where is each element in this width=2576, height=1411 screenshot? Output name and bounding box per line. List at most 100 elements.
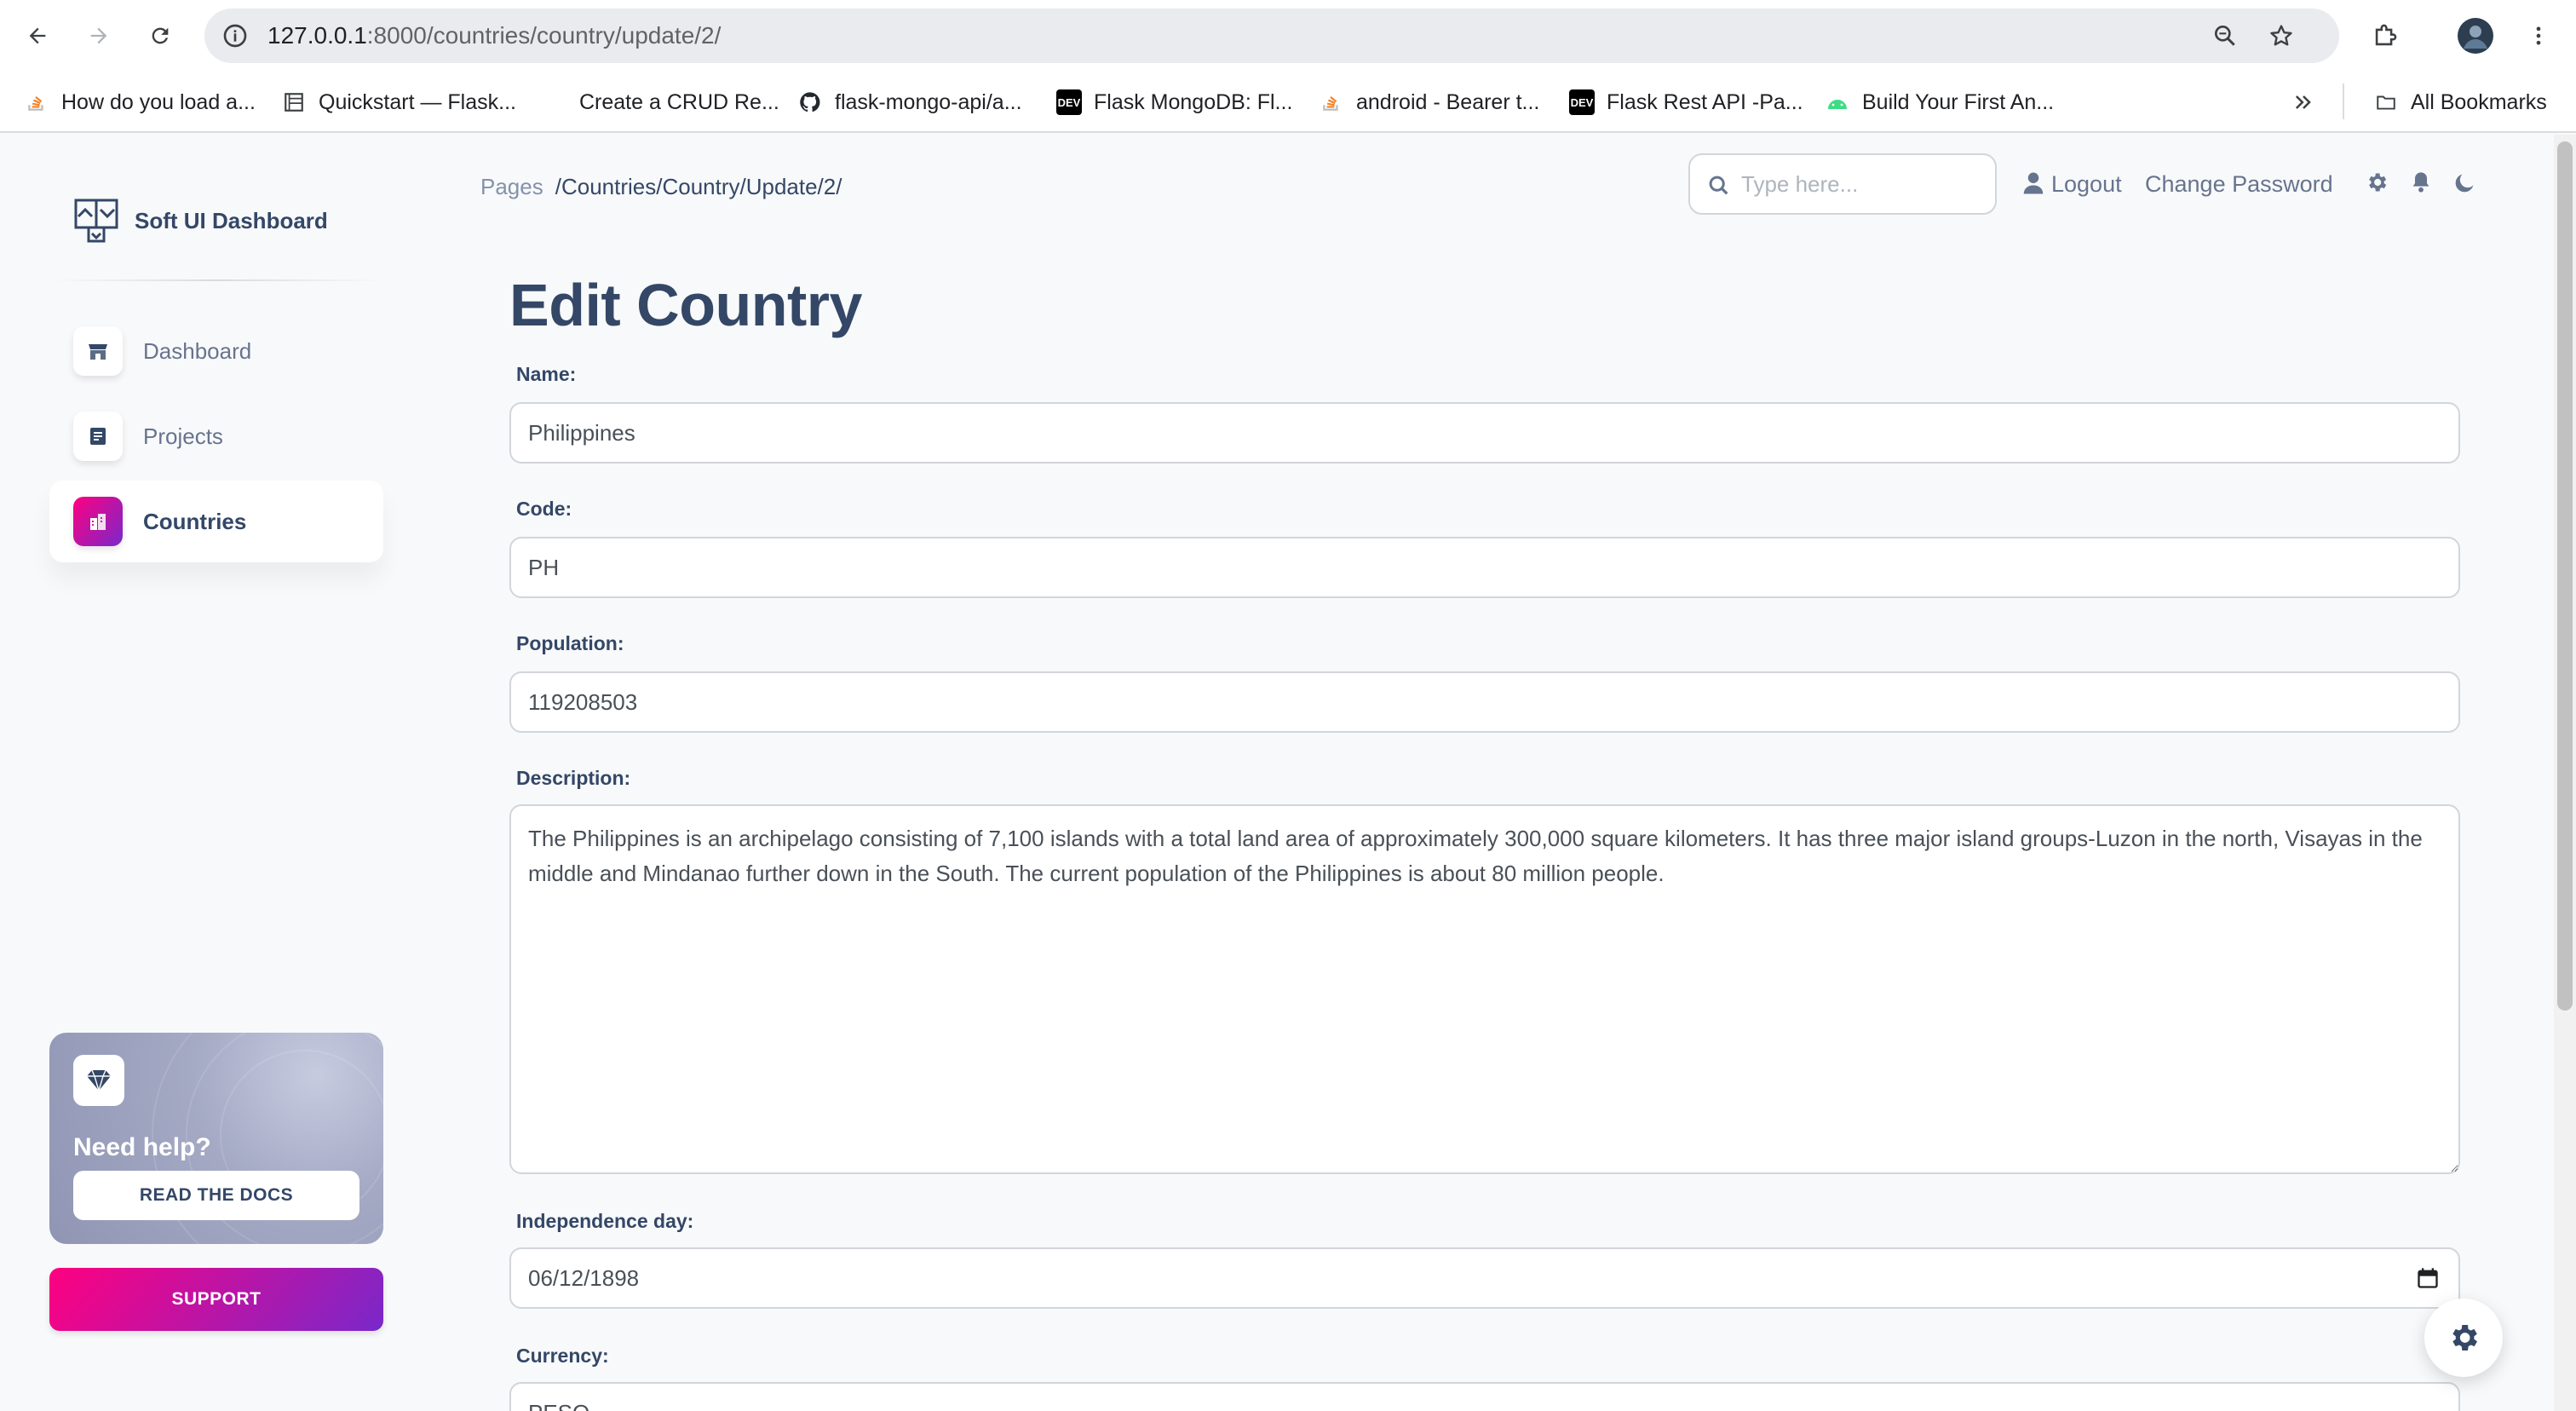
- back-button[interactable]: [19, 17, 56, 55]
- bookmark-item[interactable]: Create a CRUD Re...: [542, 84, 779, 121]
- sidebar-item-label: Countries: [143, 508, 247, 534]
- bookmark-item[interactable]: How do you load a...: [24, 84, 256, 121]
- search-field[interactable]: [1688, 153, 1997, 215]
- independence-day-field[interactable]: 06/12/1898: [509, 1247, 2460, 1309]
- calendar-icon[interactable]: [2416, 1266, 2440, 1290]
- support-button[interactable]: SUPPORT: [49, 1268, 383, 1331]
- currency-field[interactable]: PESO: [509, 1382, 2460, 1411]
- reload-icon: [152, 27, 169, 44]
- help-card: Need help? READ THE DOCS: [49, 1033, 383, 1244]
- bell-icon[interactable]: [2409, 170, 2433, 194]
- logo-icon: [74, 199, 118, 243]
- sidebar-divider: [51, 279, 383, 281]
- moon-icon[interactable]: [2453, 170, 2477, 194]
- bookmark-label: Create a CRUD Re...: [579, 89, 779, 114]
- shop-icon: [73, 326, 123, 376]
- arrow-right-icon: [90, 27, 107, 44]
- bookmark-item[interactable]: DEV Flask MongoDB: Fl...: [1056, 84, 1292, 121]
- independence-day-label: Independence day:: [516, 1210, 694, 1232]
- sidebar-item-label: Dashboard: [143, 337, 252, 364]
- dev-icon: DEV: [1056, 89, 1082, 115]
- bookmarks-overflow-button[interactable]: [2291, 84, 2315, 121]
- url-text[interactable]: 127.0.0.1:8000/countries/country/update/…: [267, 9, 721, 63]
- extensions-button[interactable]: [2366, 17, 2404, 55]
- brand-name: Soft UI Dashboard: [135, 207, 328, 233]
- logout-link[interactable]: Logout: [2051, 165, 2122, 203]
- name-label: Name:: [516, 363, 577, 385]
- github-icon: [797, 89, 823, 115]
- address-bar[interactable]: 127.0.0.1:8000/countries/country/update/…: [204, 9, 2339, 63]
- brand-link[interactable]: Soft UI Dashboard: [73, 198, 328, 244]
- site-info-icon[interactable]: [221, 22, 249, 49]
- help-title: Need help?: [73, 1133, 211, 1161]
- sidebar-item-projects[interactable]: Projects: [49, 395, 383, 477]
- url-host: 127.0.0.1: [267, 22, 367, 49]
- all-bookmarks-label: All Bookmarks: [2411, 89, 2547, 114]
- office-icon: [73, 497, 123, 546]
- bookmark-label: Build Your First An...: [1862, 89, 2055, 114]
- kebab-menu-icon: [2536, 26, 2541, 45]
- change-password-link[interactable]: Change Password: [2145, 165, 2333, 203]
- bookmark-item[interactable]: flask-mongo-api/a...: [797, 84, 1022, 121]
- bookmark-label: How do you load a...: [61, 89, 256, 114]
- profile-avatar[interactable]: [2457, 17, 2494, 55]
- bookmarks-divider: [2343, 84, 2344, 119]
- docs-icon: [281, 89, 307, 115]
- breadcrumb-current: /Countries/Country/Update/2/: [555, 174, 842, 199]
- currency-label: Currency:: [516, 1345, 609, 1367]
- description-textarea[interactable]: The Philippines is an archipelago consis…: [509, 804, 2460, 1174]
- forward-button[interactable]: [80, 17, 118, 55]
- search-icon: [1709, 176, 1728, 195]
- bookmark-item[interactable]: Build Your First An...: [1825, 84, 2054, 121]
- breadcrumb: Pages/Countries/Country/Update/2/: [480, 174, 842, 200]
- population-label: Population:: [516, 632, 624, 654]
- page-title: Edit Country: [509, 272, 862, 338]
- reload-button[interactable]: [141, 17, 179, 55]
- folder-icon: [2373, 89, 2399, 115]
- gear-icon: [2452, 1325, 2477, 1351]
- bookmark-label: android - Bearer t...: [1356, 89, 1540, 114]
- arrow-left-icon: [29, 27, 46, 44]
- browser-menu-button[interactable]: [2520, 17, 2557, 55]
- puzzle-icon: [2375, 24, 2397, 46]
- search-input[interactable]: [1741, 167, 1980, 201]
- bookmark-label: Flask MongoDB: Fl...: [1094, 89, 1293, 114]
- page: Soft UI Dashboard Dashboard Projects Cou…: [0, 135, 2576, 1411]
- settings-fab-button[interactable]: [2424, 1299, 2503, 1377]
- zoom-icon[interactable]: [2211, 22, 2239, 49]
- blank-icon: [542, 89, 567, 115]
- stackoverflow-icon: [24, 89, 49, 115]
- android-icon: [1825, 89, 1850, 115]
- bookmark-label: Flask Rest API -Pa...: [1607, 89, 1803, 114]
- bookmark-label: flask-mongo-api/a...: [835, 89, 1022, 114]
- stackoverflow-icon: [1319, 89, 1344, 115]
- gear-icon[interactable]: [2365, 170, 2389, 194]
- url-path: :8000/countries/country/update/2/: [366, 22, 722, 49]
- description-label: Description:: [516, 767, 631, 789]
- bookmark-label: Quickstart — Flask...: [319, 89, 516, 114]
- bookmarks-bar: How do you load a... Quickstart — Flask.…: [0, 72, 2576, 133]
- scrollbar-thumb[interactable]: [2557, 141, 2573, 1011]
- avatar-icon: [2458, 18, 2493, 54]
- sidebar-item-countries[interactable]: Countries: [49, 481, 383, 562]
- user-icon: [2023, 172, 2044, 194]
- code-label: Code:: [516, 498, 572, 520]
- code-field[interactable]: [509, 537, 2460, 598]
- all-bookmarks-button[interactable]: All Bookmarks: [2373, 84, 2547, 121]
- read-docs-button[interactable]: READ THE DOCS: [73, 1171, 359, 1220]
- bookmark-item[interactable]: Quickstart — Flask...: [281, 84, 516, 121]
- bookmark-item[interactable]: android - Bearer t...: [1319, 84, 1539, 121]
- independence-day-value: 06/12/1898: [528, 1265, 640, 1291]
- diamond-icon: [73, 1055, 124, 1106]
- dev-icon: DEV: [1569, 89, 1595, 115]
- population-field[interactable]: [509, 671, 2460, 733]
- double-chevron-right-icon: [2295, 95, 2311, 109]
- document-icon: [73, 412, 123, 461]
- breadcrumb-root[interactable]: Pages: [480, 174, 543, 199]
- sidebar-item-dashboard[interactable]: Dashboard: [49, 310, 383, 392]
- bookmark-item[interactable]: DEV Flask Rest API -Pa...: [1569, 84, 1803, 121]
- browser-toolbar: 127.0.0.1:8000/countries/country/update/…: [0, 0, 2576, 72]
- sidebar-item-label: Projects: [143, 423, 223, 449]
- name-field[interactable]: [509, 402, 2460, 464]
- star-icon[interactable]: [2268, 22, 2295, 49]
